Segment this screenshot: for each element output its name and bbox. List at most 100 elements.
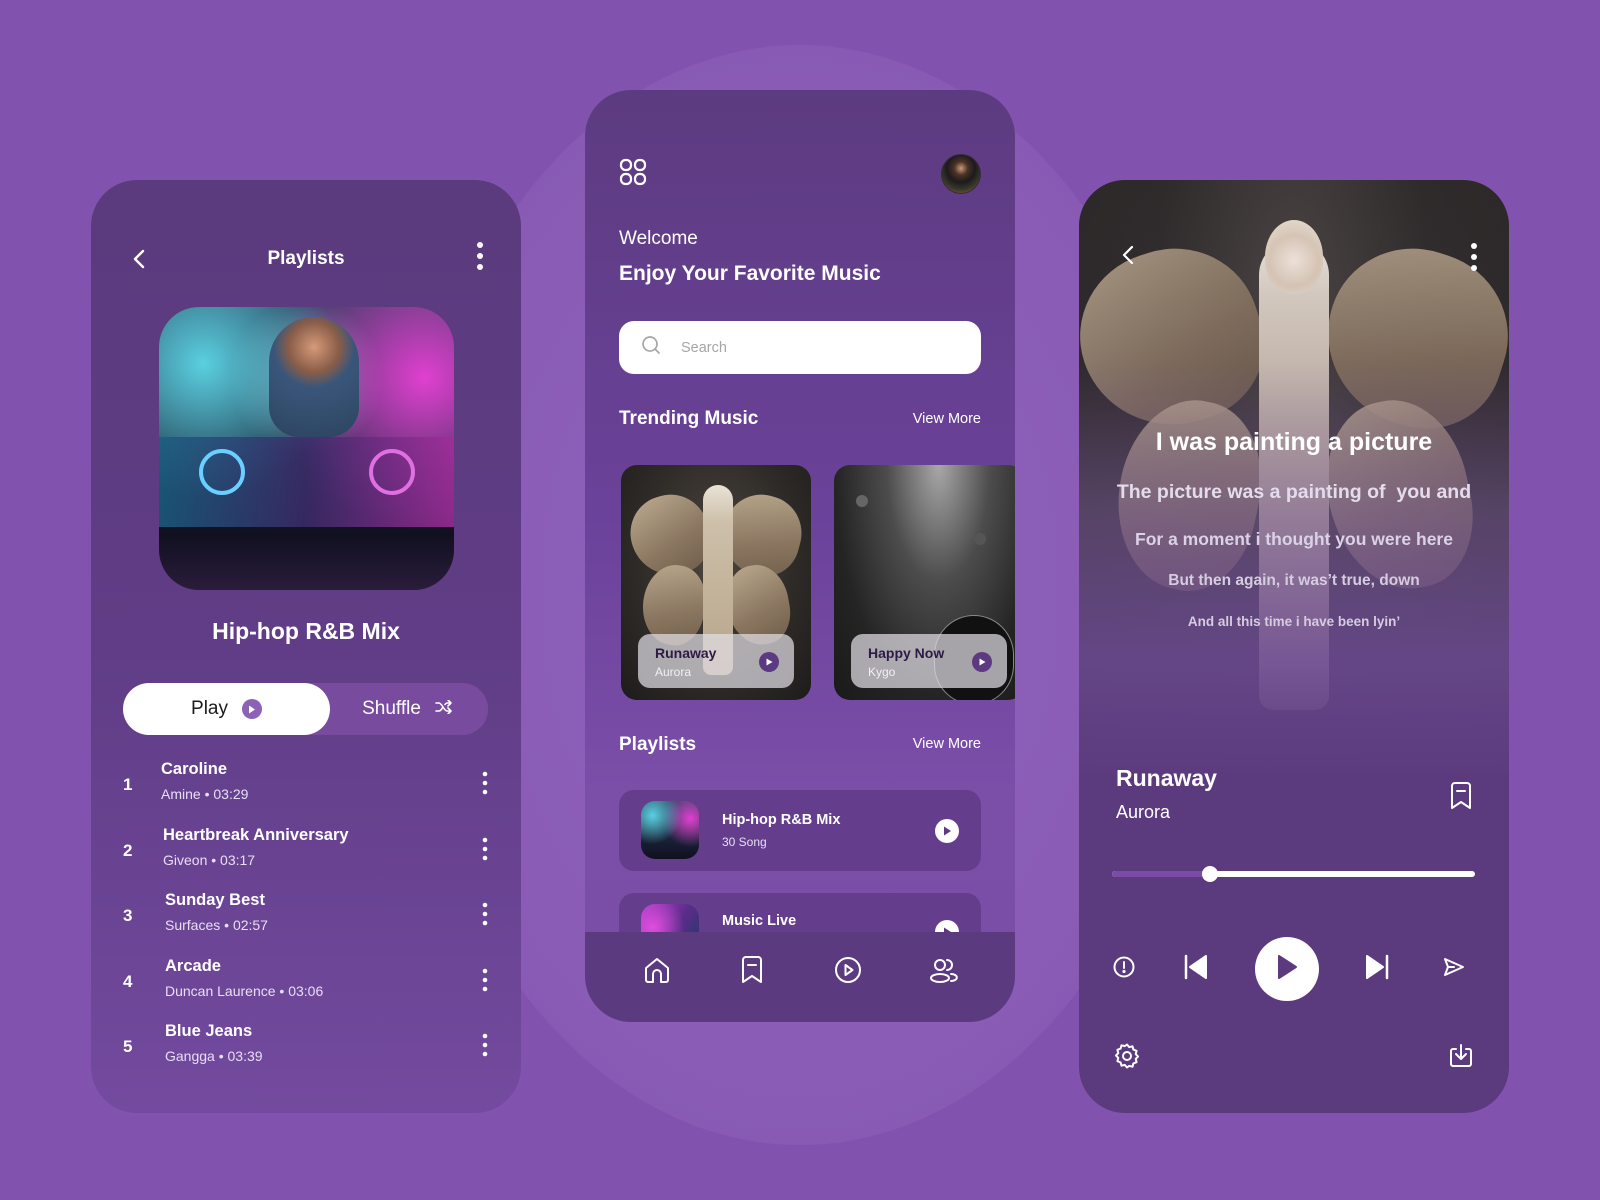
card-artist: Aurora	[655, 665, 692, 679]
play-circle-icon[interactable]	[972, 652, 992, 672]
playback-controls	[1079, 937, 1509, 1001]
track-meta: Amine • 03:29	[161, 786, 248, 802]
more-vertical-icon[interactable]	[479, 900, 491, 928]
trending-card[interactable]: Happy Now Kygo	[834, 465, 1015, 700]
track-title: Blue Jeans	[165, 1022, 253, 1040]
search-icon	[641, 335, 661, 360]
track-duration: 03:06	[288, 983, 324, 999]
home-icon	[642, 955, 672, 990]
playlist-count: 30 Song	[722, 835, 767, 849]
avatar[interactable]	[941, 154, 981, 194]
lyric-line: And all this time i have been lyin’	[1187, 614, 1401, 629]
info-button[interactable]	[1111, 956, 1137, 982]
page-title: Playlists	[267, 248, 345, 269]
card-caption: Runaway Aurora	[638, 634, 794, 688]
more-vertical-icon[interactable]	[479, 769, 491, 797]
lyric-line: For a moment i thought you were here	[1135, 529, 1453, 549]
users-icon	[928, 955, 959, 990]
chevron-left-icon[interactable]	[1117, 242, 1141, 268]
track-row[interactable]: 2 Heartbreak Anniversary Giveon • 03:17	[91, 821, 521, 881]
playlist-row[interactable]: Hip-hop R&B Mix 30 Song	[619, 790, 981, 871]
playlist-name: Music Live	[722, 913, 797, 929]
more-vertical-icon[interactable]	[1467, 240, 1481, 274]
separator: •	[211, 852, 217, 868]
progress-slider[interactable]	[1112, 866, 1475, 882]
grid-icon[interactable]	[619, 158, 647, 186]
search-input[interactable]	[681, 339, 961, 356]
nav-profile[interactable]	[926, 955, 960, 989]
card-artist: Kygo	[868, 665, 896, 679]
next-button[interactable]	[1362, 953, 1392, 985]
shuffle-label: Shuffle	[362, 698, 421, 719]
play-circle-icon	[241, 699, 262, 719]
track-row[interactable]: 1 Caroline Amine • 03:29	[91, 755, 521, 815]
nav-player[interactable]	[831, 955, 865, 989]
track-title: Sunday Best	[165, 891, 265, 909]
share-button[interactable]	[1441, 956, 1467, 982]
shuffle-button[interactable]: Shuffle	[309, 683, 488, 735]
gear-icon[interactable]	[1113, 1042, 1141, 1070]
trending-card[interactable]: Runaway Aurora	[621, 465, 811, 700]
more-vertical-icon[interactable]	[479, 1031, 491, 1059]
track-artist: Duncan Laurence	[165, 983, 276, 999]
home-screen: Welcome Enjoy Your Favorite Music Trendi…	[585, 90, 1015, 1022]
info-icon	[1112, 955, 1136, 984]
more-vertical-icon[interactable]	[479, 835, 491, 863]
now-playing-screen: I was painting a picture The picture was…	[1079, 180, 1509, 1113]
nav-home[interactable]	[640, 955, 674, 989]
bottom-navigation	[585, 932, 1015, 1022]
play-pause-button[interactable]	[1255, 937, 1319, 1001]
playlist-name: Hip-hop R&B Mix	[722, 812, 841, 828]
playlist-name: Hip-hop R&B Mix	[212, 618, 400, 644]
track-number: 2	[123, 841, 133, 860]
track-row[interactable]: 5 Blue Jeans Gangga • 03:39	[91, 1017, 521, 1077]
artwork-gradient-overlay	[1079, 180, 1509, 780]
play-circle-icon[interactable]	[935, 819, 959, 843]
progress-fill	[1112, 871, 1210, 877]
track-row[interactable]: 4 Arcade Duncan Laurence • 03:06	[91, 952, 521, 1012]
track-meta: Gangga • 03:39	[165, 1048, 263, 1064]
playlist-cover-image	[159, 307, 454, 590]
bokeh-dot	[856, 495, 868, 507]
track-artist: Giveon	[163, 852, 208, 868]
track-number: 3	[123, 906, 133, 925]
lyric-line: The picture was a painting of you and	[1116, 481, 1472, 503]
track-row[interactable]: 3 Sunday Best Surfaces • 02:57	[91, 886, 521, 946]
card-caption: Happy Now Kygo	[851, 634, 1007, 688]
play-circle-icon[interactable]	[759, 652, 779, 672]
track-meta: Giveon • 03:17	[163, 852, 255, 868]
lyric-line-current: I was painting a picture	[1155, 428, 1433, 456]
skip-back-icon	[1183, 953, 1209, 986]
track-meta: Duncan Laurence • 03:06	[165, 983, 323, 999]
playlists-view-more-link[interactable]: View More	[913, 736, 981, 752]
more-vertical-icon[interactable]	[473, 240, 487, 274]
playlist-header: Playlists	[91, 240, 521, 280]
play-button[interactable]: Play	[123, 683, 330, 735]
shuffle-icon	[435, 698, 453, 720]
download-icon[interactable]	[1447, 1042, 1475, 1070]
track-number: 1	[123, 775, 133, 794]
play-icon	[1276, 954, 1298, 985]
deck-knob	[199, 449, 245, 495]
playlists-title: Playlists	[619, 734, 697, 755]
progress-thumb[interactable]	[1202, 866, 1218, 882]
play-label: Play	[191, 698, 228, 719]
more-vertical-icon[interactable]	[479, 966, 491, 994]
nav-saved[interactable]	[735, 955, 769, 989]
deck-knob	[369, 449, 415, 495]
play-shuffle-toggle: Shuffle Play	[123, 683, 488, 735]
send-icon	[1442, 955, 1466, 984]
track-duration: 02:57	[232, 917, 268, 933]
bookmark-icon[interactable]	[1448, 781, 1474, 811]
track-artist: Gangga	[165, 1048, 215, 1064]
search-bar[interactable]	[619, 321, 981, 374]
welcome-text: Welcome	[619, 228, 698, 249]
headline: Enjoy Your Favorite Music	[619, 262, 881, 285]
track-artist: Surfaces	[165, 917, 221, 933]
card-title: Happy Now	[868, 645, 945, 661]
playlist-screen: Playlists Hip-hop R&B Mix Shuffle Play 1…	[91, 180, 521, 1113]
trending-view-more-link[interactable]: View More	[913, 411, 981, 427]
separator: •	[204, 786, 210, 802]
previous-button[interactable]	[1181, 953, 1211, 985]
play-circle-icon	[833, 955, 863, 990]
